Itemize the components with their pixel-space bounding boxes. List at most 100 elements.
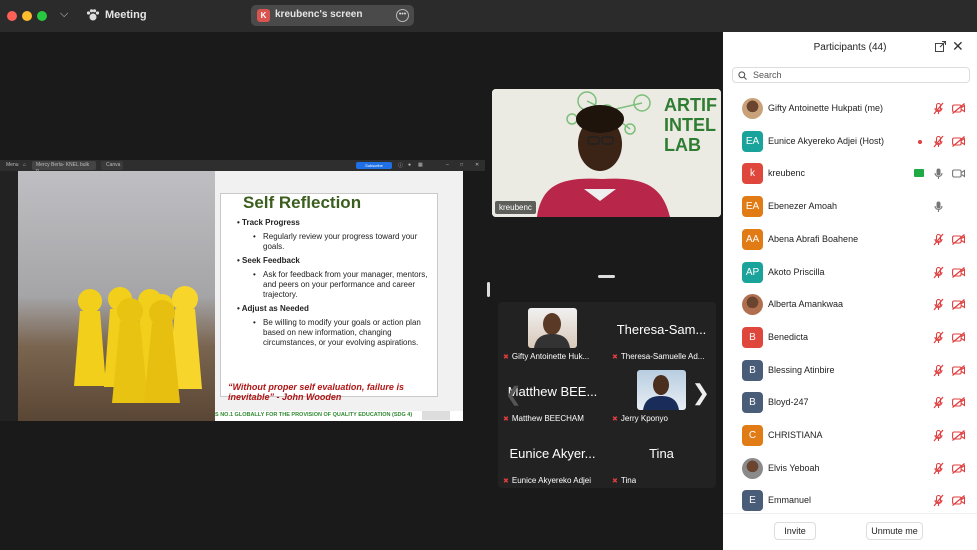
- video-off-icon[interactable]: [952, 299, 965, 311]
- screen-share-icon: [914, 169, 924, 178]
- jerry-avatar-image: [643, 375, 679, 410]
- avatar: B: [742, 392, 763, 414]
- participant-row[interactable]: B Bloyd-247: [723, 387, 977, 419]
- artificial-intelligence-lab-sign: ARTIF INTEL LAB: [664, 95, 717, 155]
- muted-mic-icon: ✖: [503, 354, 509, 361]
- slide-text-area: Self Reflection Track Progress Regularly…: [215, 171, 463, 411]
- home-icon: ⌂: [23, 162, 27, 168]
- muted-mic-icon: ✖: [612, 478, 618, 485]
- avatar: C: [742, 425, 763, 446]
- gallery-tile-big-name: Eunice Akyer...: [509, 446, 596, 461]
- video-off-icon[interactable]: [952, 331, 965, 343]
- invite-button[interactable]: Invite: [774, 522, 816, 540]
- muted-mic-icon[interactable]: [933, 494, 944, 507]
- gallery-prev-icon[interactable]: ❮: [505, 382, 522, 407]
- video-icon[interactable]: [952, 168, 965, 179]
- zoom-window: ⌵ Meeting K kreubenc's screen ••• Menu ⌂…: [0, 0, 977, 550]
- participant-row[interactable]: AA Abena Abrafi Boahene: [723, 224, 977, 256]
- muted-mic-icon[interactable]: [933, 233, 944, 246]
- close-window-button[interactable]: [7, 11, 17, 21]
- avatar: [742, 98, 763, 119]
- video-off-icon[interactable]: [952, 462, 965, 474]
- muted-mic-icon[interactable]: [933, 135, 944, 148]
- gifty-avatar-image: [534, 313, 570, 348]
- gallery-tile-name: ✖ Jerry Kponyo: [612, 414, 668, 423]
- slide-item-adjust: Be willing to modify your goals or actio…: [253, 318, 437, 348]
- browser-tab: Mercy Berla- KNEL bulk p...: [32, 161, 96, 174]
- tile-name-text: Eunice Akyereko Adjei: [511, 476, 592, 485]
- view-resize-handle[interactable]: [598, 275, 615, 278]
- muted-mic-icon: ✖: [503, 416, 509, 423]
- slide-heading-seek-feedback: Seek Feedback: [237, 256, 437, 266]
- screen-share-indicator[interactable]: K kreubenc's screen •••: [251, 5, 414, 26]
- yellow-pawns-illustration: [74, 286, 202, 403]
- participant-row[interactable]: Gifty Antoinette Hukpati (me): [723, 93, 977, 125]
- muted-mic-icon[interactable]: [933, 364, 944, 377]
- gallery-tile-name: ✖ Theresa-Samuelle Ad...: [612, 352, 704, 361]
- meeting-title: Meeting: [105, 9, 147, 21]
- video-off-icon[interactable]: [952, 364, 965, 376]
- more-options-icon[interactable]: •••: [396, 9, 409, 22]
- participant-name: Blessing Atinbire: [768, 364, 835, 375]
- participant-row[interactable]: B Blessing Atinbire: [723, 355, 977, 387]
- muted-mic-icon[interactable]: [933, 298, 944, 311]
- participant-row[interactable]: C CHRISTIANA: [723, 420, 977, 452]
- gallery-tile-big-name: Theresa-Sam...: [616, 322, 707, 337]
- video-off-icon[interactable]: [952, 397, 965, 409]
- gallery-tile[interactable]: ✖ Gifty Antoinette Huk...: [498, 302, 607, 364]
- gallery-tile-big-name: Tina: [649, 446, 674, 461]
- muted-mic-icon[interactable]: [933, 462, 944, 475]
- footer-logo: [422, 411, 450, 420]
- gallery-tile[interactable]: Tina ✖ Tina: [607, 426, 716, 488]
- video-off-icon[interactable]: [952, 495, 965, 507]
- gallery-tile[interactable]: Theresa-Sam... ✖ Theresa-Samuelle Ad...: [607, 302, 716, 364]
- fullscreen-window-button[interactable]: [37, 11, 47, 21]
- search-input[interactable]: [753, 69, 963, 81]
- participant-row[interactable]: Elvis Yeboah: [723, 453, 977, 485]
- mic-icon[interactable]: [933, 167, 944, 180]
- participant-row[interactable]: EA Eunice Akyereko Adjei (Host): [723, 126, 977, 158]
- participant-name: Akoto Priscilla: [768, 266, 825, 277]
- chevron-down-icon[interactable]: ⌵: [60, 8, 68, 21]
- tile-name-text: Theresa-Samuelle Ad...: [620, 352, 705, 361]
- avatar: E: [742, 490, 763, 512]
- split-resize-handle[interactable]: [487, 282, 490, 297]
- browser-tab2-title: Canva: [106, 162, 121, 168]
- video-off-icon[interactable]: [952, 135, 965, 147]
- muted-mic-icon[interactable]: [933, 331, 944, 344]
- mic-icon[interactable]: [933, 200, 944, 213]
- participant-row[interactable]: AP Akoto Priscilla: [723, 257, 977, 289]
- gallery-next-icon[interactable]: ❯: [692, 380, 710, 406]
- browser-menu-label: Menu: [6, 162, 19, 168]
- recording-icon: [918, 139, 922, 144]
- grid-icon: ▦: [418, 162, 423, 168]
- video-off-icon[interactable]: [952, 430, 965, 441]
- muted-mic-icon: ✖: [612, 354, 618, 361]
- muted-mic-icon[interactable]: [933, 266, 944, 279]
- muted-mic-icon[interactable]: [933, 429, 944, 442]
- participant-name: kreubenc: [768, 168, 806, 179]
- muted-mic-icon[interactable]: [933, 396, 944, 409]
- popout-icon[interactable]: [935, 41, 946, 52]
- gallery-view: ✖ Gifty Antoinette Huk... Theresa-Sam... …: [498, 302, 716, 488]
- participant-row[interactable]: EA Ebenezer Amoah: [723, 191, 977, 223]
- shared-screen[interactable]: Menu ⌂ Mercy Berla- KNEL bulk p... Canva…: [0, 160, 485, 421]
- participant-name: Alberta Amankwaa: [768, 299, 844, 310]
- participant-name: Elvis Yeboah: [768, 462, 820, 473]
- close-panel-icon[interactable]: ✕: [952, 38, 964, 55]
- browser-tab-secondary: Canva: [101, 161, 123, 170]
- participant-row[interactable]: k kreubenc: [723, 158, 977, 190]
- video-off-icon[interactable]: [952, 233, 965, 245]
- tile-name-text: Matthew BEECHAM: [511, 414, 584, 423]
- gallery-tile-name: ✖ Gifty Antoinette Huk...: [503, 352, 589, 361]
- video-off-icon[interactable]: [952, 103, 965, 114]
- gallery-tile[interactable]: Eunice Akyer... ✖ Eunice Akyereko Adjei: [498, 426, 607, 488]
- minimize-window-button[interactable]: [22, 11, 32, 21]
- participant-row[interactable]: B Benedicta: [723, 322, 977, 354]
- participant-row[interactable]: Alberta Amankwaa: [723, 289, 977, 321]
- muted-mic-icon[interactable]: [933, 102, 944, 115]
- gallery-tile-name: ✖ Eunice Akyereko Adjei: [503, 476, 591, 485]
- unmute-me-button[interactable]: Unmute me: [866, 522, 923, 540]
- video-off-icon[interactable]: [952, 266, 965, 278]
- active-speaker-video[interactable]: ARTIF INTEL LAB kreubenc: [492, 89, 721, 217]
